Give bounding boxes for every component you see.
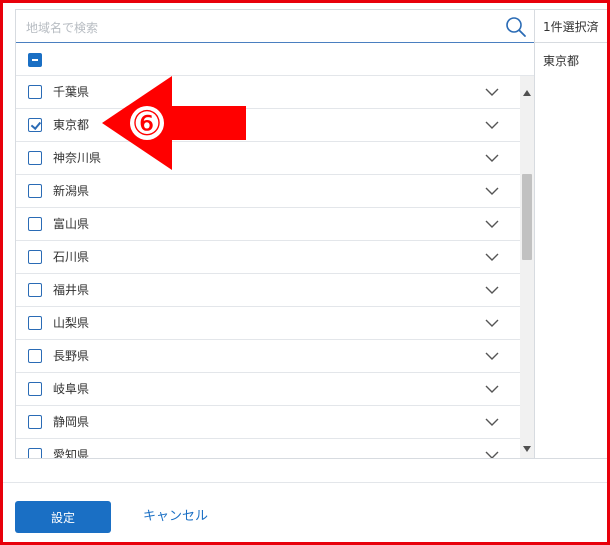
region-label: 岐阜県 <box>53 382 90 396</box>
region-checkbox[interactable] <box>28 217 42 231</box>
region-label: 山梨県 <box>53 316 90 330</box>
chevron-down-icon[interactable] <box>484 152 500 164</box>
list-item[interactable]: 東京都 <box>16 109 520 142</box>
select-all-row <box>16 44 534 76</box>
selected-count: 1件選択済 <box>543 20 599 34</box>
cancel-button[interactable]: キャンセル <box>133 501 218 533</box>
list-item[interactable]: 静岡県 <box>16 406 520 439</box>
region-label: 東京都 <box>53 118 90 132</box>
annotation-arrow-icon: ⑥ <box>102 76 246 170</box>
region-checkbox[interactable] <box>28 349 42 363</box>
select-all-checkbox[interactable] <box>28 53 42 67</box>
chevron-down-icon[interactable] <box>484 119 500 131</box>
annotation-marker: ⑥ <box>132 104 162 144</box>
region-label: 富山県 <box>53 217 90 231</box>
search-input[interactable] <box>24 16 498 40</box>
selected-item: 東京都 <box>543 54 580 68</box>
chevron-down-icon[interactable] <box>484 185 500 197</box>
region-label: 福井県 <box>53 283 90 297</box>
scrollbar[interactable] <box>520 76 534 458</box>
chevron-down-icon[interactable] <box>484 218 500 230</box>
region-label: 新潟県 <box>53 184 90 198</box>
scrollbar-thumb[interactable] <box>522 174 532 260</box>
region-checkbox[interactable] <box>28 283 42 297</box>
region-checkbox[interactable] <box>28 250 42 264</box>
list-item[interactable]: 福井県 <box>16 274 520 307</box>
chevron-down-icon[interactable] <box>484 383 500 395</box>
selected-panel: 1件選択済 東京都 <box>535 9 610 459</box>
chevron-down-icon[interactable] <box>484 317 500 329</box>
save-button[interactable]: 設定 <box>15 501 111 533</box>
region-checkbox[interactable] <box>28 118 42 132</box>
region-checkbox[interactable] <box>28 151 42 165</box>
region-label: 神奈川県 <box>53 151 102 165</box>
chevron-down-icon[interactable] <box>484 449 500 458</box>
region-label: 愛知県 <box>53 448 90 458</box>
scroll-up-arrow-icon[interactable] <box>523 90 531 96</box>
chevron-down-icon[interactable] <box>484 284 500 296</box>
region-checkbox[interactable] <box>28 415 42 429</box>
list-item[interactable]: 石川県 <box>16 241 520 274</box>
list-item[interactable]: 愛知県 <box>16 439 520 458</box>
region-list-panel: 千葉県東京都神奈川県新潟県富山県石川県福井県山梨県長野県岐阜県静岡県愛知県 <box>15 9 535 459</box>
list-item[interactable]: 山梨県 <box>16 307 520 340</box>
list-item[interactable]: 岐阜県 <box>16 373 520 406</box>
region-checkbox[interactable] <box>28 316 42 330</box>
list-item[interactable]: 千葉県 <box>16 76 520 109</box>
selected-header: 1件選択済 <box>535 10 610 43</box>
region-label: 千葉県 <box>53 85 90 99</box>
region-checkbox[interactable] <box>28 184 42 198</box>
list-item[interactable]: 新潟県 <box>16 175 520 208</box>
region-label: 長野県 <box>53 349 90 363</box>
footer-divider <box>3 482 607 483</box>
region-checkbox[interactable] <box>28 382 42 396</box>
scroll-down-arrow-icon[interactable] <box>523 446 531 452</box>
region-label: 石川県 <box>53 250 90 264</box>
list-item[interactable]: 神奈川県 <box>16 142 520 175</box>
search-bar <box>16 10 534 43</box>
chevron-down-icon[interactable] <box>484 416 500 428</box>
region-label: 静岡県 <box>53 415 90 429</box>
list-item[interactable]: 富山県 <box>16 208 520 241</box>
region-list: 千葉県東京都神奈川県新潟県富山県石川県福井県山梨県長野県岐阜県静岡県愛知県 <box>16 76 520 458</box>
list-item[interactable]: 長野県 <box>16 340 520 373</box>
region-checkbox[interactable] <box>28 85 42 99</box>
region-checkbox[interactable] <box>28 448 42 458</box>
chevron-down-icon[interactable] <box>484 350 500 362</box>
search-icon[interactable] <box>504 15 528 39</box>
chevron-down-icon[interactable] <box>484 251 500 263</box>
chevron-down-icon[interactable] <box>484 86 500 98</box>
